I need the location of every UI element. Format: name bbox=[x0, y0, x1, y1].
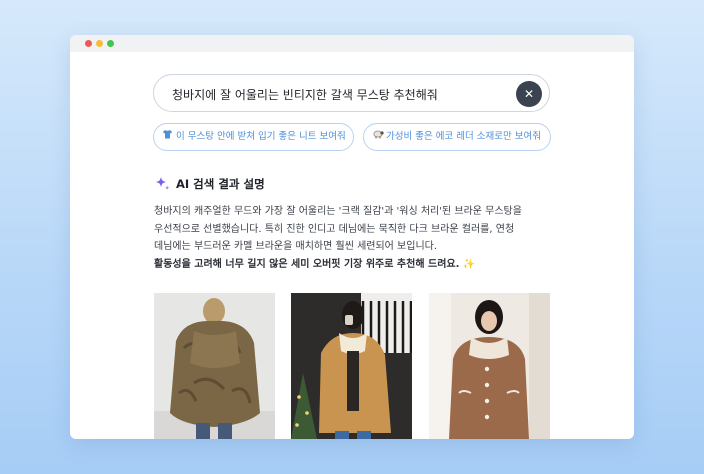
sparkles-emoji: ✨ bbox=[462, 258, 476, 270]
product-image-brown-shearling[interactable] bbox=[429, 293, 550, 439]
search-bar[interactable]: 청바지에 잘 어울리는 빈티지한 갈색 무스탕 추천해줘 ✕ bbox=[153, 74, 550, 112]
close-icon: ✕ bbox=[523, 87, 535, 101]
window-titlebar bbox=[70, 35, 634, 52]
suggestion-chip-knit[interactable]: 이 무스탕 안에 받쳐 입기 좋은 니트 보여줘 bbox=[153, 123, 354, 151]
ai-result-title: AI 검색 결과 설명 bbox=[176, 177, 265, 191]
sheep-icon bbox=[372, 124, 384, 150]
product-image-camel-coat[interactable] bbox=[291, 293, 412, 439]
close-window-dot[interactable] bbox=[85, 40, 92, 47]
ai-result-description: 청바지의 캐주얼한 무드와 가장 잘 어울리는 '크랙 질감'과 '워싱 처리'… bbox=[154, 203, 564, 273]
description-emphasis: 활동성을 고려해 너무 길지 않은 세미 오버핏 기장 위주로 추천해 드려요. bbox=[154, 258, 460, 270]
description-line: 우선적으로 선별했습니다. 특히 진한 인디고 데님에는 묵직한 다크 브라운 … bbox=[154, 223, 515, 235]
suggestion-chip-label: 이 무스탕 안에 받쳐 입기 좋은 니트 보여줘 bbox=[176, 131, 346, 142]
description-line: 데님에는 부드러운 카멜 브라운을 매치하면 훨씬 세련되어 보입니다. bbox=[154, 241, 438, 252]
suggestion-chip-eco-leather[interactable]: 가성비 좋은 에코 레더 소재로만 보여줘 bbox=[363, 123, 551, 151]
sparkle-icon bbox=[154, 175, 171, 196]
suggestion-chip-label: 가성비 좋은 에코 레더 소재로만 보여줘 bbox=[386, 131, 541, 142]
shirt-icon bbox=[162, 124, 173, 150]
clear-search-button[interactable]: ✕ bbox=[516, 81, 542, 107]
minimize-window-dot[interactable] bbox=[96, 40, 103, 47]
search-input[interactable]: 청바지에 잘 어울리는 빈티지한 갈색 무스탕 추천해줘 bbox=[172, 86, 438, 103]
maximize-window-dot[interactable] bbox=[107, 40, 114, 47]
browser-window: 청바지에 잘 어울리는 빈티지한 갈색 무스탕 추천해줘 ✕ 이 무스탕 안에 … bbox=[70, 35, 634, 439]
product-image-shaggy-coat[interactable] bbox=[154, 293, 275, 439]
description-line: 청바지의 캐주얼한 무드와 가장 잘 어울리는 '크랙 질감'과 '워싱 처리'… bbox=[154, 206, 522, 217]
